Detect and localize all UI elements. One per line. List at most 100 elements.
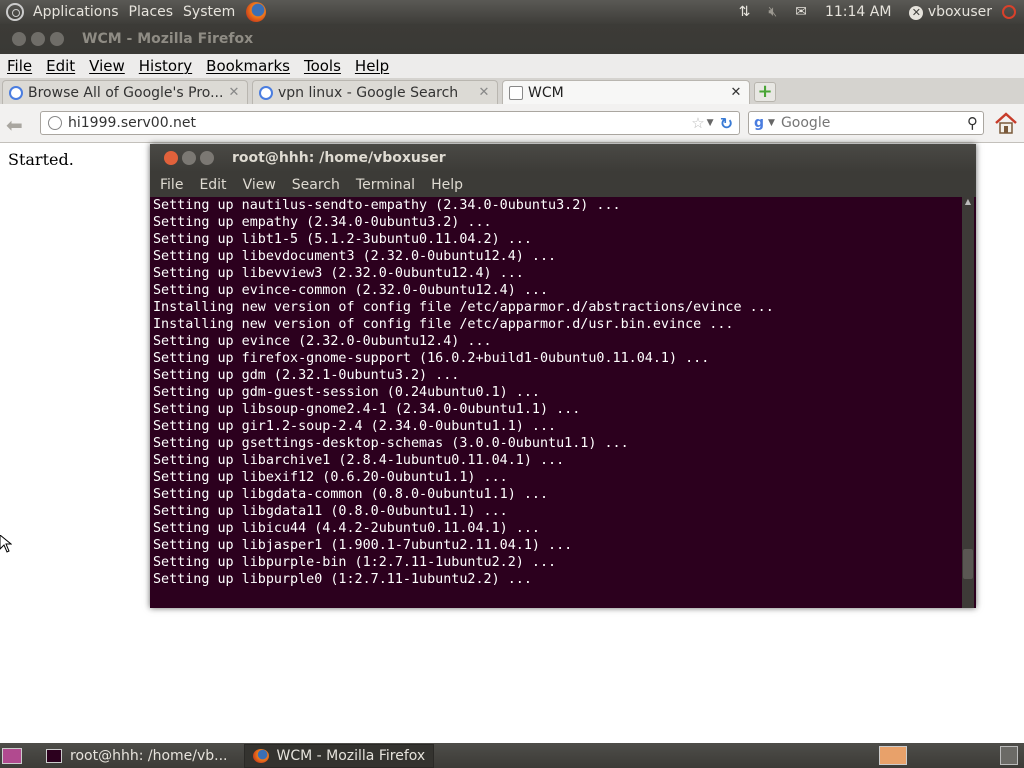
- terminal-line: Setting up libsoup-gnome2.4-1 (2.34.0-0u…: [153, 402, 581, 417]
- terminal-menu-view[interactable]: View: [235, 177, 284, 193]
- menu-view[interactable]: View: [82, 57, 132, 75]
- terminal-menu-help[interactable]: Help: [423, 177, 471, 193]
- terminal-menu-terminal[interactable]: Terminal: [348, 177, 423, 193]
- terminal-window[interactable]: root@hhh: /home/vboxuser File Edit View …: [150, 144, 976, 608]
- scrollbar-thumb[interactable]: [963, 549, 973, 579]
- firefox-launcher-icon[interactable]: [246, 2, 267, 22]
- terminal-line: Installing new version of config file /e…: [153, 300, 774, 315]
- terminal-line: Setting up libjasper1 (1.900.1-7ubuntu2.…: [153, 538, 573, 553]
- terminal-line: Setting up nautilus-sendto-empathy (2.34…: [153, 198, 621, 213]
- menu-bookmarks[interactable]: Bookmarks: [199, 57, 297, 75]
- terminal-menu-file[interactable]: File: [152, 177, 191, 193]
- taskbar-terminal[interactable]: root@hhh: /home/vb...: [38, 745, 236, 767]
- menu-file[interactable]: File: [0, 57, 39, 75]
- site-identity-icon[interactable]: [48, 116, 62, 130]
- search-bar[interactable]: g ▼ ⚲: [748, 111, 984, 135]
- tab-wcm[interactable]: WCM ✕: [502, 80, 750, 104]
- scroll-up-icon[interactable]: ▲: [962, 197, 974, 206]
- mail-envelope-icon[interactable]: ✉: [795, 4, 807, 20]
- google-engine-icon[interactable]: g: [754, 115, 764, 131]
- terminal-line: Setting up libevdocument3 (2.32.0-0ubunt…: [153, 249, 557, 264]
- url-bar[interactable]: hi1999.serv00.net ☆ ▼ ↻: [40, 111, 740, 135]
- minimize-window-button[interactable]: [31, 32, 45, 46]
- terminal-title: root@hhh: /home/vboxuser: [232, 150, 446, 166]
- terminal-icon: [46, 748, 62, 763]
- tab-label: vpn linux - Google Search: [278, 84, 459, 101]
- close-tab-icon[interactable]: ✕: [476, 85, 492, 100]
- terminal-line: Setting up evince-common (2.32.0-0ubuntu…: [153, 283, 549, 298]
- google-favicon-icon: [9, 85, 23, 100]
- home-icon[interactable]: [993, 111, 1019, 135]
- terminal-menu-search[interactable]: Search: [284, 177, 348, 193]
- terminal-line: Installing new version of config file /e…: [153, 317, 734, 332]
- firefox-icon: [252, 748, 269, 763]
- search-input[interactable]: [778, 114, 967, 132]
- new-tab-button[interactable]: +: [754, 82, 776, 102]
- user-name: vboxuser: [927, 4, 992, 20]
- menu-tools[interactable]: Tools: [297, 57, 348, 75]
- navigation-toolbar: ⬅ hi1999.serv00.net ☆ ▼ ↻ g ▼ ⚲: [0, 104, 1024, 143]
- close-tab-icon[interactable]: ✕: [728, 85, 744, 100]
- firefox-titlebar: WCM - Mozilla Firefox: [0, 24, 1024, 54]
- reload-icon[interactable]: ↻: [720, 114, 733, 133]
- top-panel: Applications Places System ⇅ 🔇︎ ✉ 11:14 …: [0, 0, 1024, 24]
- user-menu[interactable]: ✕ vboxuser: [909, 4, 992, 20]
- maximize-window-button[interactable]: [50, 32, 64, 46]
- bottom-panel: root@hhh: /home/vb... WCM - Mozilla Fire…: [0, 743, 1024, 768]
- tab-strip: Browse All of Google's Pro... ✕ vpn linu…: [0, 78, 1024, 104]
- google-favicon-icon: [259, 85, 273, 100]
- terminal-menu-edit[interactable]: Edit: [191, 177, 234, 193]
- tab-label: Browse All of Google's Pro...: [28, 84, 224, 101]
- menu-help[interactable]: Help: [348, 57, 396, 75]
- terminal-line: Setting up evince (2.32.0-0ubuntu12.4) .…: [153, 334, 492, 349]
- terminal-line: Setting up libpurple0 (1:2.7.11-1ubuntu2…: [153, 572, 532, 587]
- terminal-line: Setting up firefox-gnome-support (16.0.2…: [153, 351, 710, 366]
- show-desktop-icon[interactable]: [2, 747, 22, 764]
- terminal-line: Setting up libevview3 (2.32.0-0ubuntu12.…: [153, 266, 524, 281]
- terminal-line: Setting up empathy (2.34.0-0ubuntu3.2) .…: [153, 215, 492, 230]
- engine-dropdown-icon[interactable]: ▼: [768, 118, 775, 128]
- menu-edit[interactable]: Edit: [39, 57, 82, 75]
- blank-page-icon: [509, 85, 523, 100]
- terminal-close-button[interactable]: [164, 151, 178, 165]
- workspace-switcher[interactable]: [879, 746, 907, 765]
- volume-muted-icon[interactable]: 🔇︎: [768, 4, 777, 20]
- url-text[interactable]: hi1999.serv00.net: [68, 115, 691, 131]
- tab-label: WCM: [528, 84, 564, 101]
- terminal-scrollbar[interactable]: ▲: [962, 197, 974, 608]
- clock[interactable]: 11:14 AM: [825, 4, 891, 20]
- terminal-output[interactable]: Setting up nautilus-sendto-empathy (2.34…: [150, 197, 960, 608]
- terminal-line: Setting up gdm (2.32.1-0ubuntu3.2) ...: [153, 368, 460, 383]
- terminal-menubar: File Edit View Search Terminal Help: [150, 172, 976, 197]
- user-x-icon: ✕: [909, 6, 924, 20]
- history-dropdown-icon[interactable]: ▼: [707, 118, 714, 128]
- back-arrow-icon[interactable]: ⬅: [6, 113, 23, 137]
- tab-google-products[interactable]: Browse All of Google's Pro... ✕: [2, 80, 248, 104]
- taskbar-label: WCM - Mozilla Firefox: [276, 747, 426, 764]
- trash-icon[interactable]: [1000, 746, 1018, 765]
- terminal-titlebar: root@hhh: /home/vboxuser: [150, 144, 976, 172]
- tab-vpn-linux[interactable]: vpn linux - Google Search ✕: [252, 80, 498, 104]
- system-menu[interactable]: System: [178, 4, 240, 20]
- close-tab-icon[interactable]: ✕: [226, 85, 242, 100]
- bookmark-star-icon[interactable]: ☆: [691, 114, 704, 132]
- terminal-maximize-button[interactable]: [200, 151, 214, 165]
- places-menu[interactable]: Places: [124, 4, 179, 20]
- terminal-line: Setting up libgdata-common (0.8.0-0ubunt…: [153, 487, 549, 502]
- terminal-line: Setting up libt1-5 (5.1.2-3ubuntu0.11.04…: [153, 232, 532, 247]
- terminal-line: Setting up libpurple-bin (1:2.7.11-1ubun…: [153, 555, 557, 570]
- power-icon[interactable]: [1002, 5, 1016, 19]
- terminal-line: Setting up gdm-guest-session (0.24ubuntu…: [153, 385, 540, 400]
- taskbar-firefox[interactable]: WCM - Mozilla Firefox: [243, 743, 435, 768]
- network-arrows-icon[interactable]: ⇅: [739, 4, 751, 20]
- terminal-minimize-button[interactable]: [182, 151, 196, 165]
- applications-menu[interactable]: Applications: [28, 4, 124, 20]
- ubuntu-logo-icon[interactable]: [6, 3, 24, 21]
- page-text: Started.: [8, 150, 74, 169]
- window-title: WCM - Mozilla Firefox: [82, 31, 254, 47]
- terminal-line: Setting up gsettings-desktop-schemas (3.…: [153, 436, 629, 451]
- search-icon[interactable]: ⚲: [967, 114, 978, 132]
- menu-history[interactable]: History: [132, 57, 199, 75]
- close-window-button[interactable]: [12, 32, 26, 46]
- terminal-line: Setting up gir1.2-soup-2.4 (2.34.0-0ubun…: [153, 419, 557, 434]
